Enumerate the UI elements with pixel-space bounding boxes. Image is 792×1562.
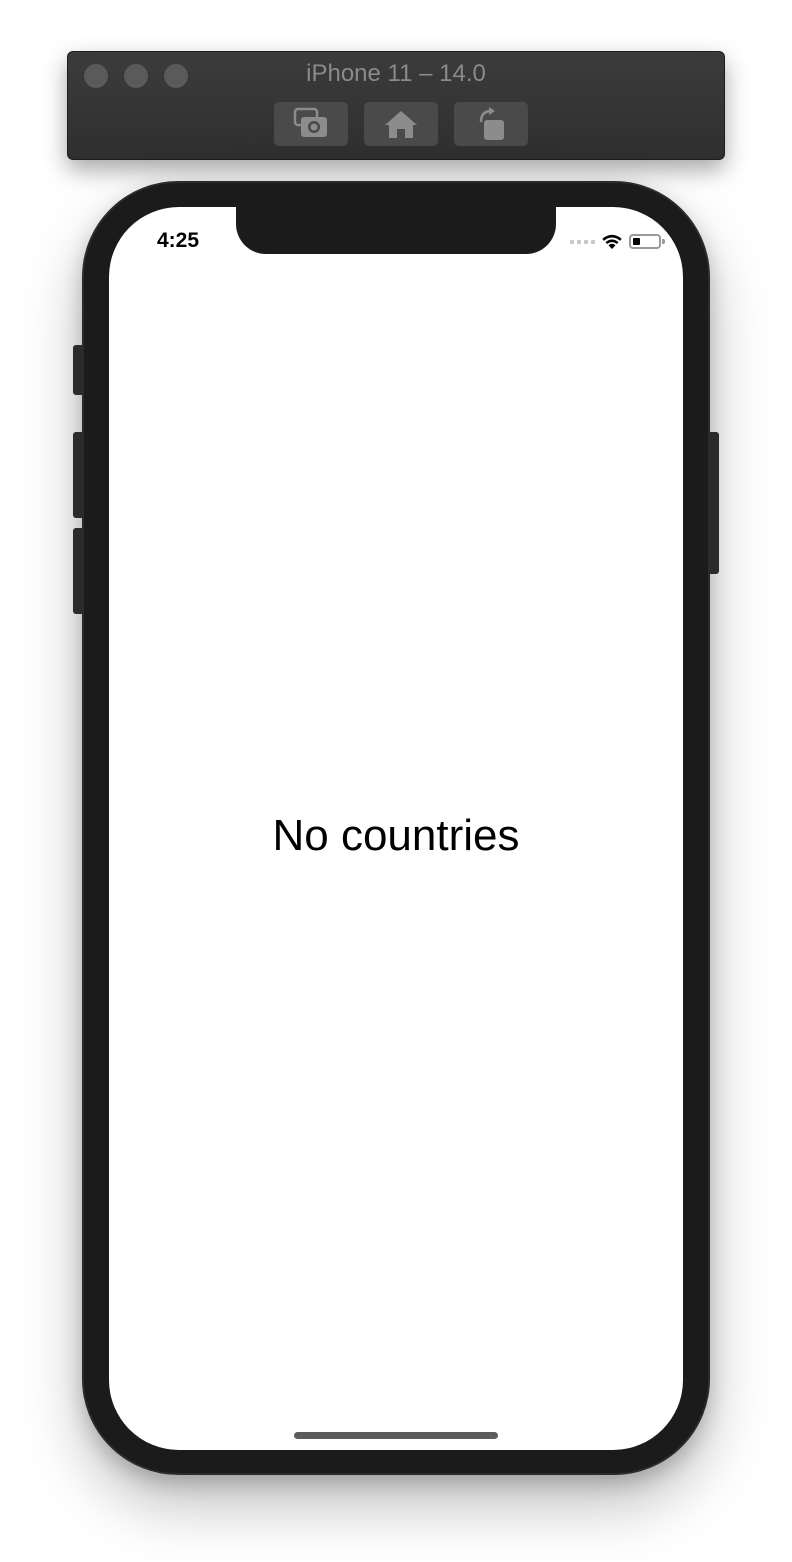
phone-screen: 4:25 No countries (109, 207, 683, 1450)
rotate-button[interactable] (454, 102, 528, 146)
rotate-icon (479, 107, 504, 140)
cellular-signal-icon (570, 239, 595, 244)
screenshot-button[interactable] (274, 102, 348, 146)
notch (236, 207, 556, 254)
home-button[interactable] (364, 102, 438, 146)
home-icon (385, 111, 417, 138)
status-indicators (570, 233, 665, 250)
wifi-icon (602, 234, 622, 249)
screenshot-icon (293, 107, 327, 137)
battery-fill (633, 238, 640, 245)
battery-tip (662, 239, 665, 244)
simulator-title: iPhone 11 – 14.0 (306, 60, 486, 87)
simulator-stage: iPhone 11 – 14.0 4:25 No countries (0, 0, 792, 1562)
battery-icon (629, 234, 665, 249)
status-time: 4:25 (157, 229, 200, 252)
simulator-toolbar: iPhone 11 – 14.0 (67, 51, 725, 160)
empty-state-message: No countries (272, 811, 520, 860)
home-indicator[interactable] (294, 1432, 498, 1439)
